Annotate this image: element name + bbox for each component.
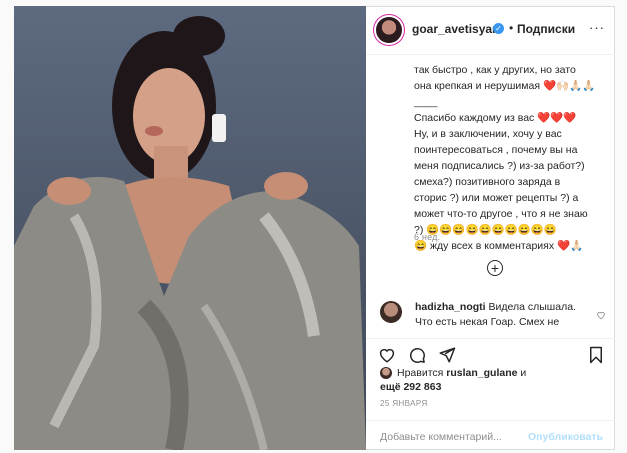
likes-summary: Нравится ruslan_gulane и ещё 292 863 bbox=[380, 366, 610, 394]
commenter-avatar[interactable] bbox=[380, 301, 402, 323]
verified-badge-icon: ✓ bbox=[493, 23, 504, 34]
likes-prefix: Нравится bbox=[397, 367, 444, 379]
author-avatar[interactable] bbox=[376, 17, 402, 43]
comment-like-icon[interactable] bbox=[596, 310, 606, 320]
share-icon[interactable] bbox=[438, 346, 456, 364]
separator-dot: • bbox=[509, 21, 514, 35]
caption-age[interactable]: 6 нед. bbox=[414, 232, 440, 242]
photo-illustration bbox=[14, 16, 366, 450]
comment-icon[interactable] bbox=[408, 346, 426, 364]
emoji-heart-pray: ❤️🙏🏻 bbox=[557, 240, 584, 252]
post-date[interactable]: 25 ЯНВАРЯ bbox=[380, 399, 428, 408]
like-heart-icon[interactable] bbox=[378, 346, 396, 364]
commenter-username[interactable]: hadizha_nogti bbox=[415, 301, 486, 313]
more-options-icon[interactable]: ··· bbox=[589, 20, 605, 35]
post-header: goar_avetisyan ✓ • Подписки ··· bbox=[366, 6, 615, 55]
caption-line: смеха?) позитивного заряда в bbox=[414, 176, 561, 188]
caption-line: ?) 😄😄😄😄😄😄😄😄😄😄 bbox=[414, 224, 558, 236]
emoji-heart-hands: ❤️🙌🏻🙏🏻🙏🏻 bbox=[542, 80, 596, 92]
caption-line: может что-то другое , что я не знаю bbox=[414, 208, 588, 220]
post-sidebar: goar_avetisyan ✓ • Подписки ··· так быст… bbox=[366, 6, 615, 450]
emoji-laughing-row: 😄😄😄😄😄😄😄😄😄😄 bbox=[426, 224, 558, 236]
caption-line: 😄 ждy всех в комментариях ❤️🙏🏻 bbox=[414, 240, 584, 252]
save-bookmark-icon[interactable] bbox=[588, 346, 604, 364]
publish-button[interactable]: Опубликовать bbox=[528, 431, 603, 443]
post-photo[interactable] bbox=[14, 6, 366, 450]
caption-line: меня подписались ?) из-за работ?) bbox=[414, 160, 585, 172]
emoji-hearts: ❤️❤️❤️ bbox=[537, 112, 577, 124]
caption-line: Спасибо каждому из вас ❤️❤️❤️ bbox=[414, 112, 577, 124]
action-bar bbox=[366, 338, 615, 364]
post-caption: так быстро , как у других, но зато она к… bbox=[414, 62, 604, 254]
caption-line: сторис ?) или может рецепты ?) а bbox=[414, 192, 579, 204]
caption-line: она крепкая и нерушимая ❤️🙌🏻🙏🏻🙏🏻 bbox=[414, 80, 596, 92]
add-comment-bar: Опубликовать bbox=[366, 420, 615, 451]
comment: hadizha_nogti Видела слышала. Что есть н… bbox=[415, 300, 595, 334]
caption-line: поинтересоваться , почему вы на bbox=[414, 144, 578, 156]
caption-line: Ну, и в заключении, хочу у вас bbox=[414, 128, 562, 140]
author-username[interactable]: goar_avetisyan bbox=[412, 22, 499, 36]
load-more-comments-icon[interactable]: + bbox=[487, 260, 503, 276]
following-button[interactable]: Подписки bbox=[517, 22, 575, 36]
add-comment-input[interactable] bbox=[378, 430, 532, 444]
liker-username[interactable]: ruslan_gulane bbox=[446, 367, 517, 379]
caption-separator: ____ bbox=[414, 96, 438, 108]
likes-conj: и bbox=[520, 367, 527, 379]
liker-avatar bbox=[380, 367, 392, 379]
caption-line: так быстро , как у других, но зато bbox=[414, 64, 576, 76]
likes-count[interactable]: ещё 292 863 bbox=[380, 381, 441, 393]
